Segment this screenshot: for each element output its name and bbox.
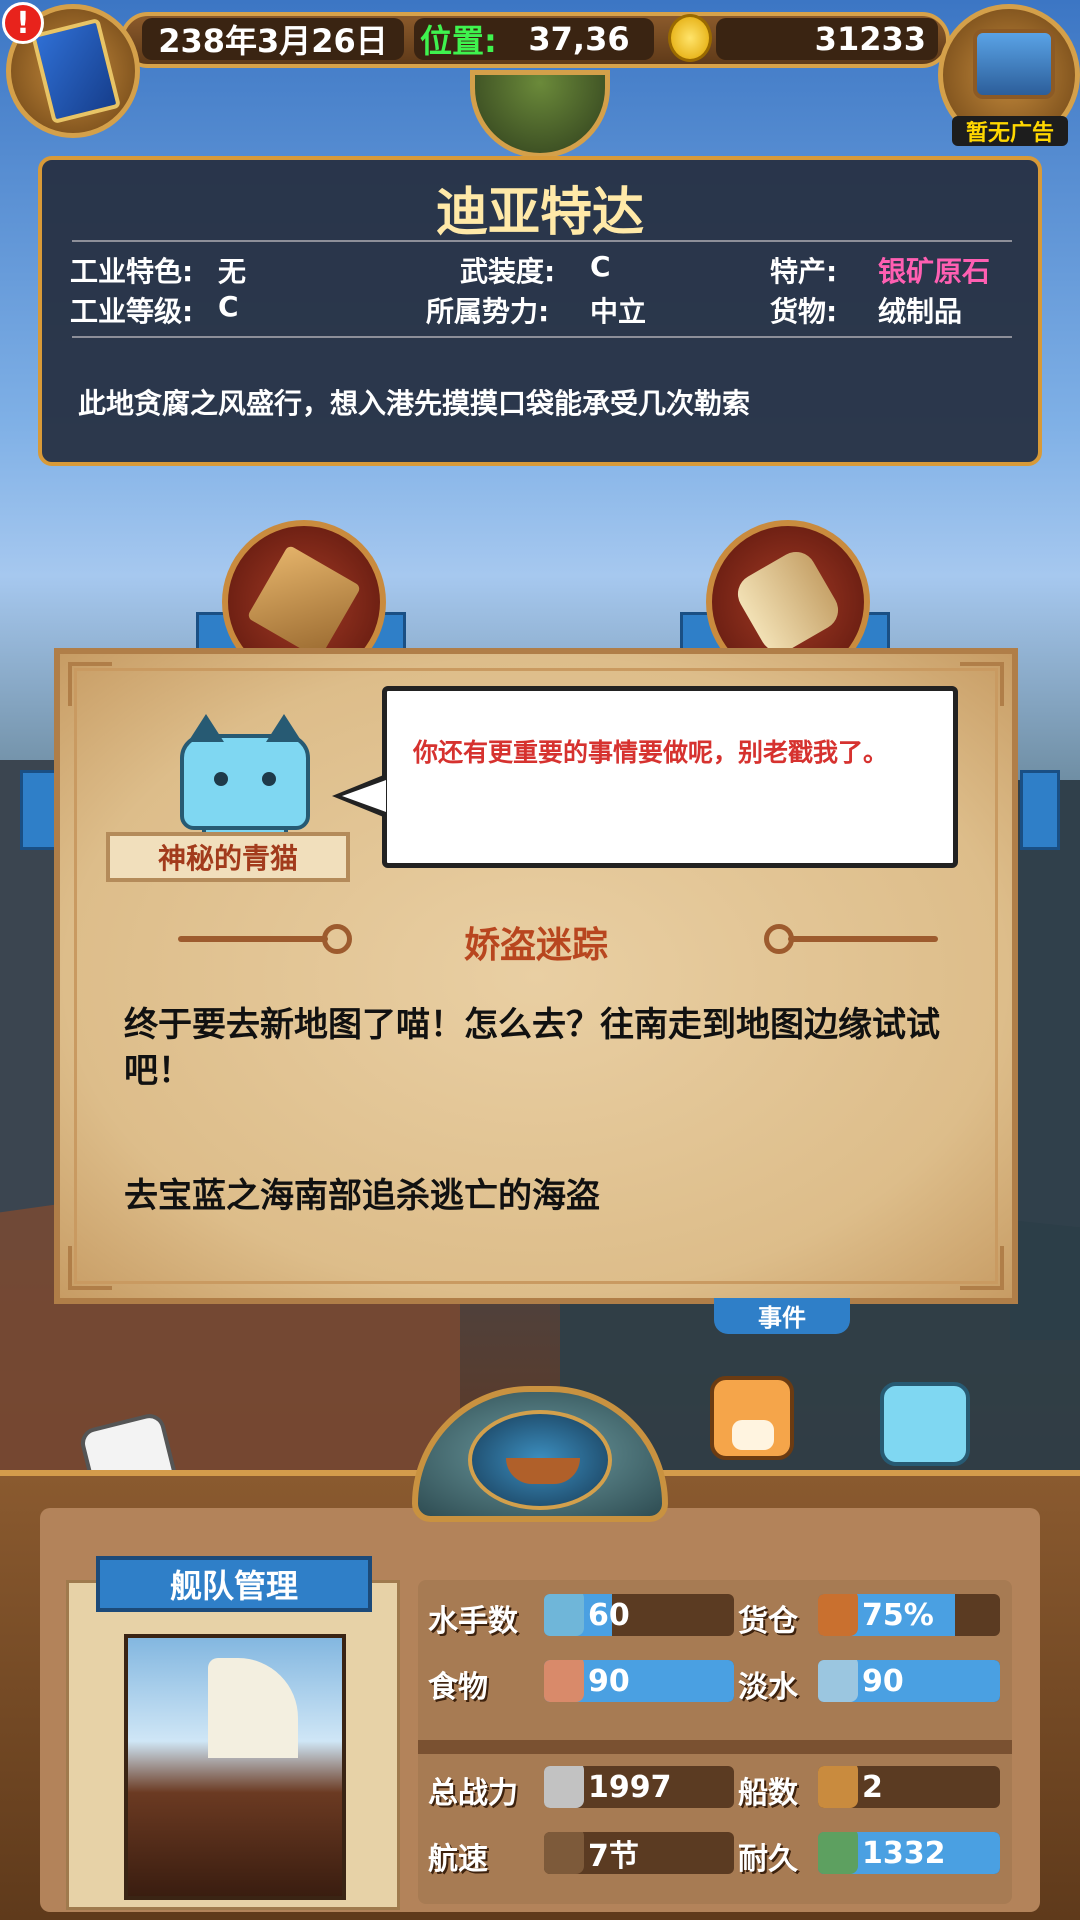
corner-ornament <box>960 1246 1004 1290</box>
stat-label: 水手数 <box>428 1604 518 1639</box>
stat-value: 60 <box>588 1597 630 1633</box>
divider <box>72 240 1012 242</box>
corner-ornament <box>68 662 112 706</box>
stat-label: 船数 <box>738 1776 798 1811</box>
stat-bar: 1332 <box>818 1832 1000 1874</box>
alert-icon: ! <box>2 2 44 44</box>
gold-coin-icon <box>668 14 712 62</box>
stat-bar: 90 <box>544 1660 734 1702</box>
treasure-chest-icon <box>973 29 1055 99</box>
stat-label: 货仓 <box>738 1604 798 1639</box>
stat-label: 航速 <box>428 1842 488 1877</box>
water-icon <box>818 1660 858 1702</box>
specialty-value: 银矿原石 <box>878 255 991 288</box>
quest-dialog[interactable]: 神秘的青猫 你还有更重要的事情要做呢，别老戳我了。 娇盗迷踪 终于要去新地图了喵… <box>54 648 1018 1304</box>
stat-label: 食物 <box>428 1670 488 1705</box>
position-label: 位置: <box>414 18 504 60</box>
quest-objective: 去宝蓝之海南部追杀逃亡的海盗 <box>124 1176 600 1216</box>
divider <box>72 336 1012 338</box>
boat-icon <box>818 1766 858 1808</box>
shiba-dog-pet[interactable] <box>710 1376 794 1460</box>
stat-bar: 60 <box>544 1594 734 1636</box>
city-name: 迪亚特达 <box>435 183 644 243</box>
faction-value: 中立 <box>590 295 647 328</box>
sailing-ship-icon <box>544 1832 584 1874</box>
speaker-name: 神秘的青猫 <box>106 832 350 882</box>
stat-value: 90 <box>588 1663 630 1699</box>
cargo-icon <box>818 1594 858 1636</box>
specialty-label: 特产: <box>770 255 838 288</box>
dock-icon <box>246 544 362 660</box>
stat-label: 耐久 <box>738 1842 798 1877</box>
crossed-swords-icon <box>544 1766 584 1808</box>
scroll-icon <box>730 544 846 660</box>
industry-feature-value: 无 <box>218 255 247 288</box>
blue-cat-avatar <box>180 714 310 830</box>
durability-icon <box>818 1832 858 1874</box>
ad-chest-label: 暂无广告 <box>952 116 1068 146</box>
fleet-management-button[interactable]: 舰队管理 <box>96 1556 372 1612</box>
stat-value: 1332 <box>862 1835 946 1871</box>
blue-cat-pet[interactable] <box>880 1382 970 1466</box>
food-icon <box>544 1660 584 1702</box>
quest-description: 终于要去新地图了喵！怎么去？往南走到地图边缘试试吧！ <box>124 1005 940 1091</box>
flagship-portrait[interactable] <box>124 1634 346 1900</box>
stat-bar: 75% <box>818 1594 1000 1636</box>
quest-title: 娇盗迷踪 <box>463 925 608 966</box>
stat-bar: 1997 <box>544 1766 734 1808</box>
faction-label: 所属势力: <box>426 295 550 328</box>
stat-label: 总战力 <box>428 1776 518 1811</box>
sailor-icon <box>544 1594 584 1636</box>
event-button[interactable]: 事件 <box>714 1298 850 1334</box>
stat-value: 1997 <box>588 1769 672 1805</box>
corner-ornament <box>960 662 1004 706</box>
industry-level-value: C <box>218 290 239 323</box>
city-info-panel: 迪亚特达 工业特色: 无 武装度: C 特产: 银矿原石 工业等级: C 所属势… <box>38 156 1042 466</box>
speech-bubble: 你还有更重要的事情要做呢，别老戳我了。 <box>382 686 958 868</box>
stat-bar: 90 <box>818 1660 1000 1702</box>
stat-label: 淡水 <box>738 1670 798 1705</box>
top-bar: 238年3月26日 位置: 37,36 31233 <box>0 0 1080 78</box>
right-side-ribbon <box>1020 770 1060 850</box>
world-map-button[interactable] <box>470 70 610 158</box>
stats-separator <box>418 1740 1012 1754</box>
ship-button-icon[interactable] <box>468 1410 612 1510</box>
stat-value: 90 <box>862 1663 904 1699</box>
title-ornament-right <box>788 936 938 942</box>
stat-value: 75% <box>862 1597 934 1633</box>
game-date: 238年3月26日 <box>142 18 404 60</box>
industry-level-label: 工业等级: <box>70 295 194 328</box>
goods-label: 货物: <box>770 295 838 328</box>
position-value: 37,36 <box>504 18 654 60</box>
ship-sail <box>208 1658 298 1758</box>
industry-feature-label: 工业特色: <box>70 255 194 288</box>
stat-bar: 7节 <box>544 1832 734 1874</box>
stat-value: 2 <box>862 1769 883 1805</box>
book-icon <box>30 17 122 125</box>
armament-value: C <box>590 250 611 283</box>
goods-value: 绒制品 <box>878 295 963 328</box>
stat-bar: 2 <box>818 1766 1000 1808</box>
gold-amount: 31233 <box>716 18 938 60</box>
corner-ornament <box>68 1246 112 1290</box>
city-description: 此地贪腐之风盛行，想入港先摸摸口袋能承受几次勒索 <box>78 387 751 420</box>
speech-text: 你还有更重要的事情要做呢，别老戳我了。 <box>413 738 889 767</box>
stat-value: 7节 <box>588 1839 639 1874</box>
armament-label: 武装度: <box>460 255 556 288</box>
